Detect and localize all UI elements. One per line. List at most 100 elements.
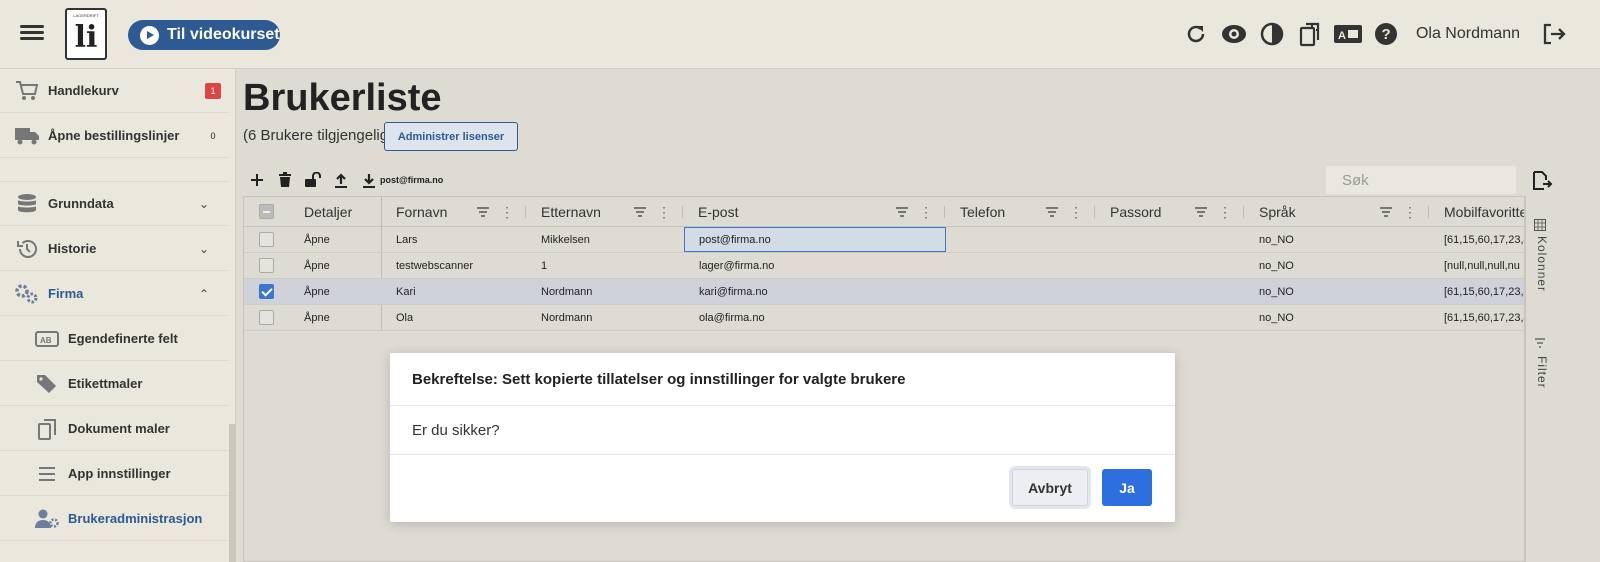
id-card-icon[interactable]: A (1332, 18, 1364, 50)
columns-panel-tab[interactable]: Kolonner (1535, 236, 1549, 292)
filter-icon[interactable] (1045, 205, 1059, 219)
cell-fornavn[interactable]: Kari (396, 279, 416, 304)
select-all-checkbox[interactable] (259, 204, 274, 219)
sidebar-item-app-innstillinger[interactable]: App innstillinger (0, 452, 229, 496)
details-link[interactable]: Åpne (304, 305, 330, 330)
toolbar-email-label[interactable]: post@firma.no (380, 175, 443, 185)
sidebar-item-handlekurv[interactable]: Handlekurv 1 (0, 69, 229, 113)
svg-text:A: A (1338, 30, 1346, 42)
cell-mobilfavoritter[interactable]: [61,15,60,17,23,4 (1444, 279, 1524, 304)
column-header-telefon[interactable]: Telefon (960, 197, 1005, 227)
cell-sprak[interactable]: no_NO (1259, 253, 1294, 278)
dialog-message: Er du sikker? (412, 422, 500, 439)
details-link[interactable]: Åpne (304, 227, 330, 252)
video-course-button[interactable]: Til videokurset (128, 20, 280, 50)
cell-epost[interactable]: ola@firma.no (699, 305, 765, 330)
filter-panel-tab[interactable]: Filter (1535, 356, 1549, 389)
column-menu-icon[interactable]: ⋮ (919, 204, 933, 221)
sidebar-item-dokument-maler[interactable]: Dokument maler (0, 407, 229, 451)
cell-etternavn[interactable]: Nordmann (541, 279, 592, 304)
column-header-passord[interactable]: Passord (1110, 197, 1161, 227)
confirm-button[interactable]: Ja (1102, 469, 1152, 506)
manage-licenses-button[interactable]: Administrer lisenser (384, 122, 518, 151)
cell-fornavn[interactable]: Ola (396, 305, 413, 330)
upload-icon[interactable] (330, 169, 352, 191)
sidebar-item-brukeradministrasjon[interactable]: Brukeradministrasjon (0, 497, 229, 541)
table-row[interactable]: Åpne Lars Mikkelsen post@firma.no no_NO … (244, 227, 1524, 253)
table-row[interactable]: Åpne testwebscanner 1 lager@firma.no no_… (244, 253, 1524, 279)
add-icon[interactable] (246, 169, 268, 191)
cell-epost[interactable]: lager@firma.no (699, 253, 774, 278)
sidebar-item-historie[interactable]: Historie ⌄ (0, 227, 229, 271)
cell-sprak[interactable]: no_NO (1259, 227, 1294, 252)
unlock-icon[interactable] (302, 169, 324, 191)
logout-icon[interactable] (1538, 18, 1570, 50)
column-header-fornavn[interactable]: Fornavn (396, 197, 447, 227)
column-header-sprak[interactable]: Språk (1259, 197, 1296, 227)
column-header-epost[interactable]: E-post (698, 197, 738, 227)
cell-epost[interactable]: kari@firma.no (699, 279, 768, 304)
contrast-icon[interactable] (1256, 18, 1288, 50)
table-row[interactable]: Åpne Ola Nordmann ola@firma.no no_NO [61… (244, 305, 1524, 331)
row-checkbox[interactable] (259, 310, 274, 325)
company-logo[interactable]: LAGERDRIFT li (65, 8, 107, 60)
cell-mobilfavoritter[interactable]: [61,15,60,17,23,4 (1444, 305, 1524, 330)
sidebar-item-label: Egendefinerte felt (68, 331, 178, 346)
details-link[interactable]: Åpne (304, 253, 330, 278)
cell-fornavn[interactable]: testwebscanner (396, 253, 473, 278)
sidebar-scrollbar[interactable] (229, 424, 236, 562)
column-header-etternavn[interactable]: Etternavn (541, 197, 601, 227)
cart-icon (14, 79, 40, 103)
cell-etternavn[interactable]: 1 (541, 253, 547, 278)
cell-sprak[interactable]: no_NO (1259, 305, 1294, 330)
eye-icon[interactable] (1218, 18, 1250, 50)
delete-icon[interactable] (274, 169, 296, 191)
sidebar-item-bestillingslinjer[interactable]: Åpne bestillingslinjer 0 (0, 114, 229, 158)
chevron-down-icon: ⌄ (198, 241, 209, 256)
row-checkbox[interactable] (259, 258, 274, 273)
dialog-title: Bekreftelse: Sett kopierte tillatelser o… (412, 371, 906, 388)
copy-icon[interactable] (1294, 18, 1326, 50)
filter-icon[interactable] (895, 205, 909, 219)
grid-toolbar: post@firma.no (246, 169, 443, 191)
sidebar-item-egendefinerte-felt[interactable]: AB Egendefinerte felt (0, 317, 229, 361)
filter-icon[interactable] (633, 205, 647, 219)
column-menu-icon[interactable]: ⋮ (1403, 204, 1417, 221)
cell-etternavn[interactable]: Mikkelsen (541, 227, 590, 252)
filter-icon[interactable] (476, 205, 490, 219)
sidebar-item-grunndata[interactable]: Grunndata ⌄ (0, 182, 229, 226)
download-icon[interactable] (358, 169, 380, 191)
cell-mobilfavoritter[interactable]: [null,null,null,nu (1444, 253, 1524, 278)
columns-icon[interactable] (1534, 218, 1546, 236)
column-menu-icon[interactable]: ⋮ (1069, 204, 1083, 221)
row-checkbox[interactable] (259, 232, 274, 247)
chevron-up-icon: ⌃ (198, 286, 209, 301)
column-menu-icon[interactable]: ⋮ (1218, 204, 1232, 221)
filter-icon[interactable] (1534, 336, 1546, 354)
sidebar-item-etikettmaler[interactable]: Etikettmaler (0, 362, 229, 406)
filter-icon[interactable] (1379, 205, 1393, 219)
cell-etternavn[interactable]: Nordmann (541, 305, 592, 330)
cell-mobilfavoritter[interactable]: [61,15,60,17,23,4 (1444, 227, 1524, 252)
column-menu-icon[interactable]: ⋮ (500, 204, 514, 221)
tag-icon (34, 372, 60, 396)
cell-epost[interactable]: post@firma.no (699, 227, 771, 252)
row-checkbox[interactable] (259, 284, 274, 299)
refresh-icon[interactable] (1180, 18, 1212, 50)
export-icon[interactable] (1531, 170, 1553, 192)
column-menu-icon[interactable]: ⋮ (657, 204, 671, 221)
details-link[interactable]: Åpne (304, 279, 330, 304)
filter-icon[interactable] (1194, 205, 1208, 219)
column-header-detaljer[interactable]: Detaljer (304, 197, 352, 227)
user-count-text: (6 Brukere tilgjengelig) (243, 127, 394, 144)
cell-fornavn[interactable]: Lars (396, 227, 417, 252)
column-header-mobilfavoritter[interactable]: Mobilfavoritter (1444, 197, 1524, 227)
cancel-button[interactable]: Avbryt (1012, 469, 1088, 506)
cell-sprak[interactable]: no_NO (1259, 279, 1294, 304)
search-input[interactable] (1326, 166, 1516, 194)
user-name[interactable]: Ola Nordmann (1416, 25, 1520, 43)
menu-icon[interactable] (20, 22, 44, 44)
sidebar-item-firma[interactable]: Firma ⌃ (0, 272, 229, 316)
table-row[interactable]: Åpne Kari Nordmann kari@firma.no no_NO [… (244, 279, 1524, 305)
help-icon[interactable]: ? (1370, 18, 1402, 50)
